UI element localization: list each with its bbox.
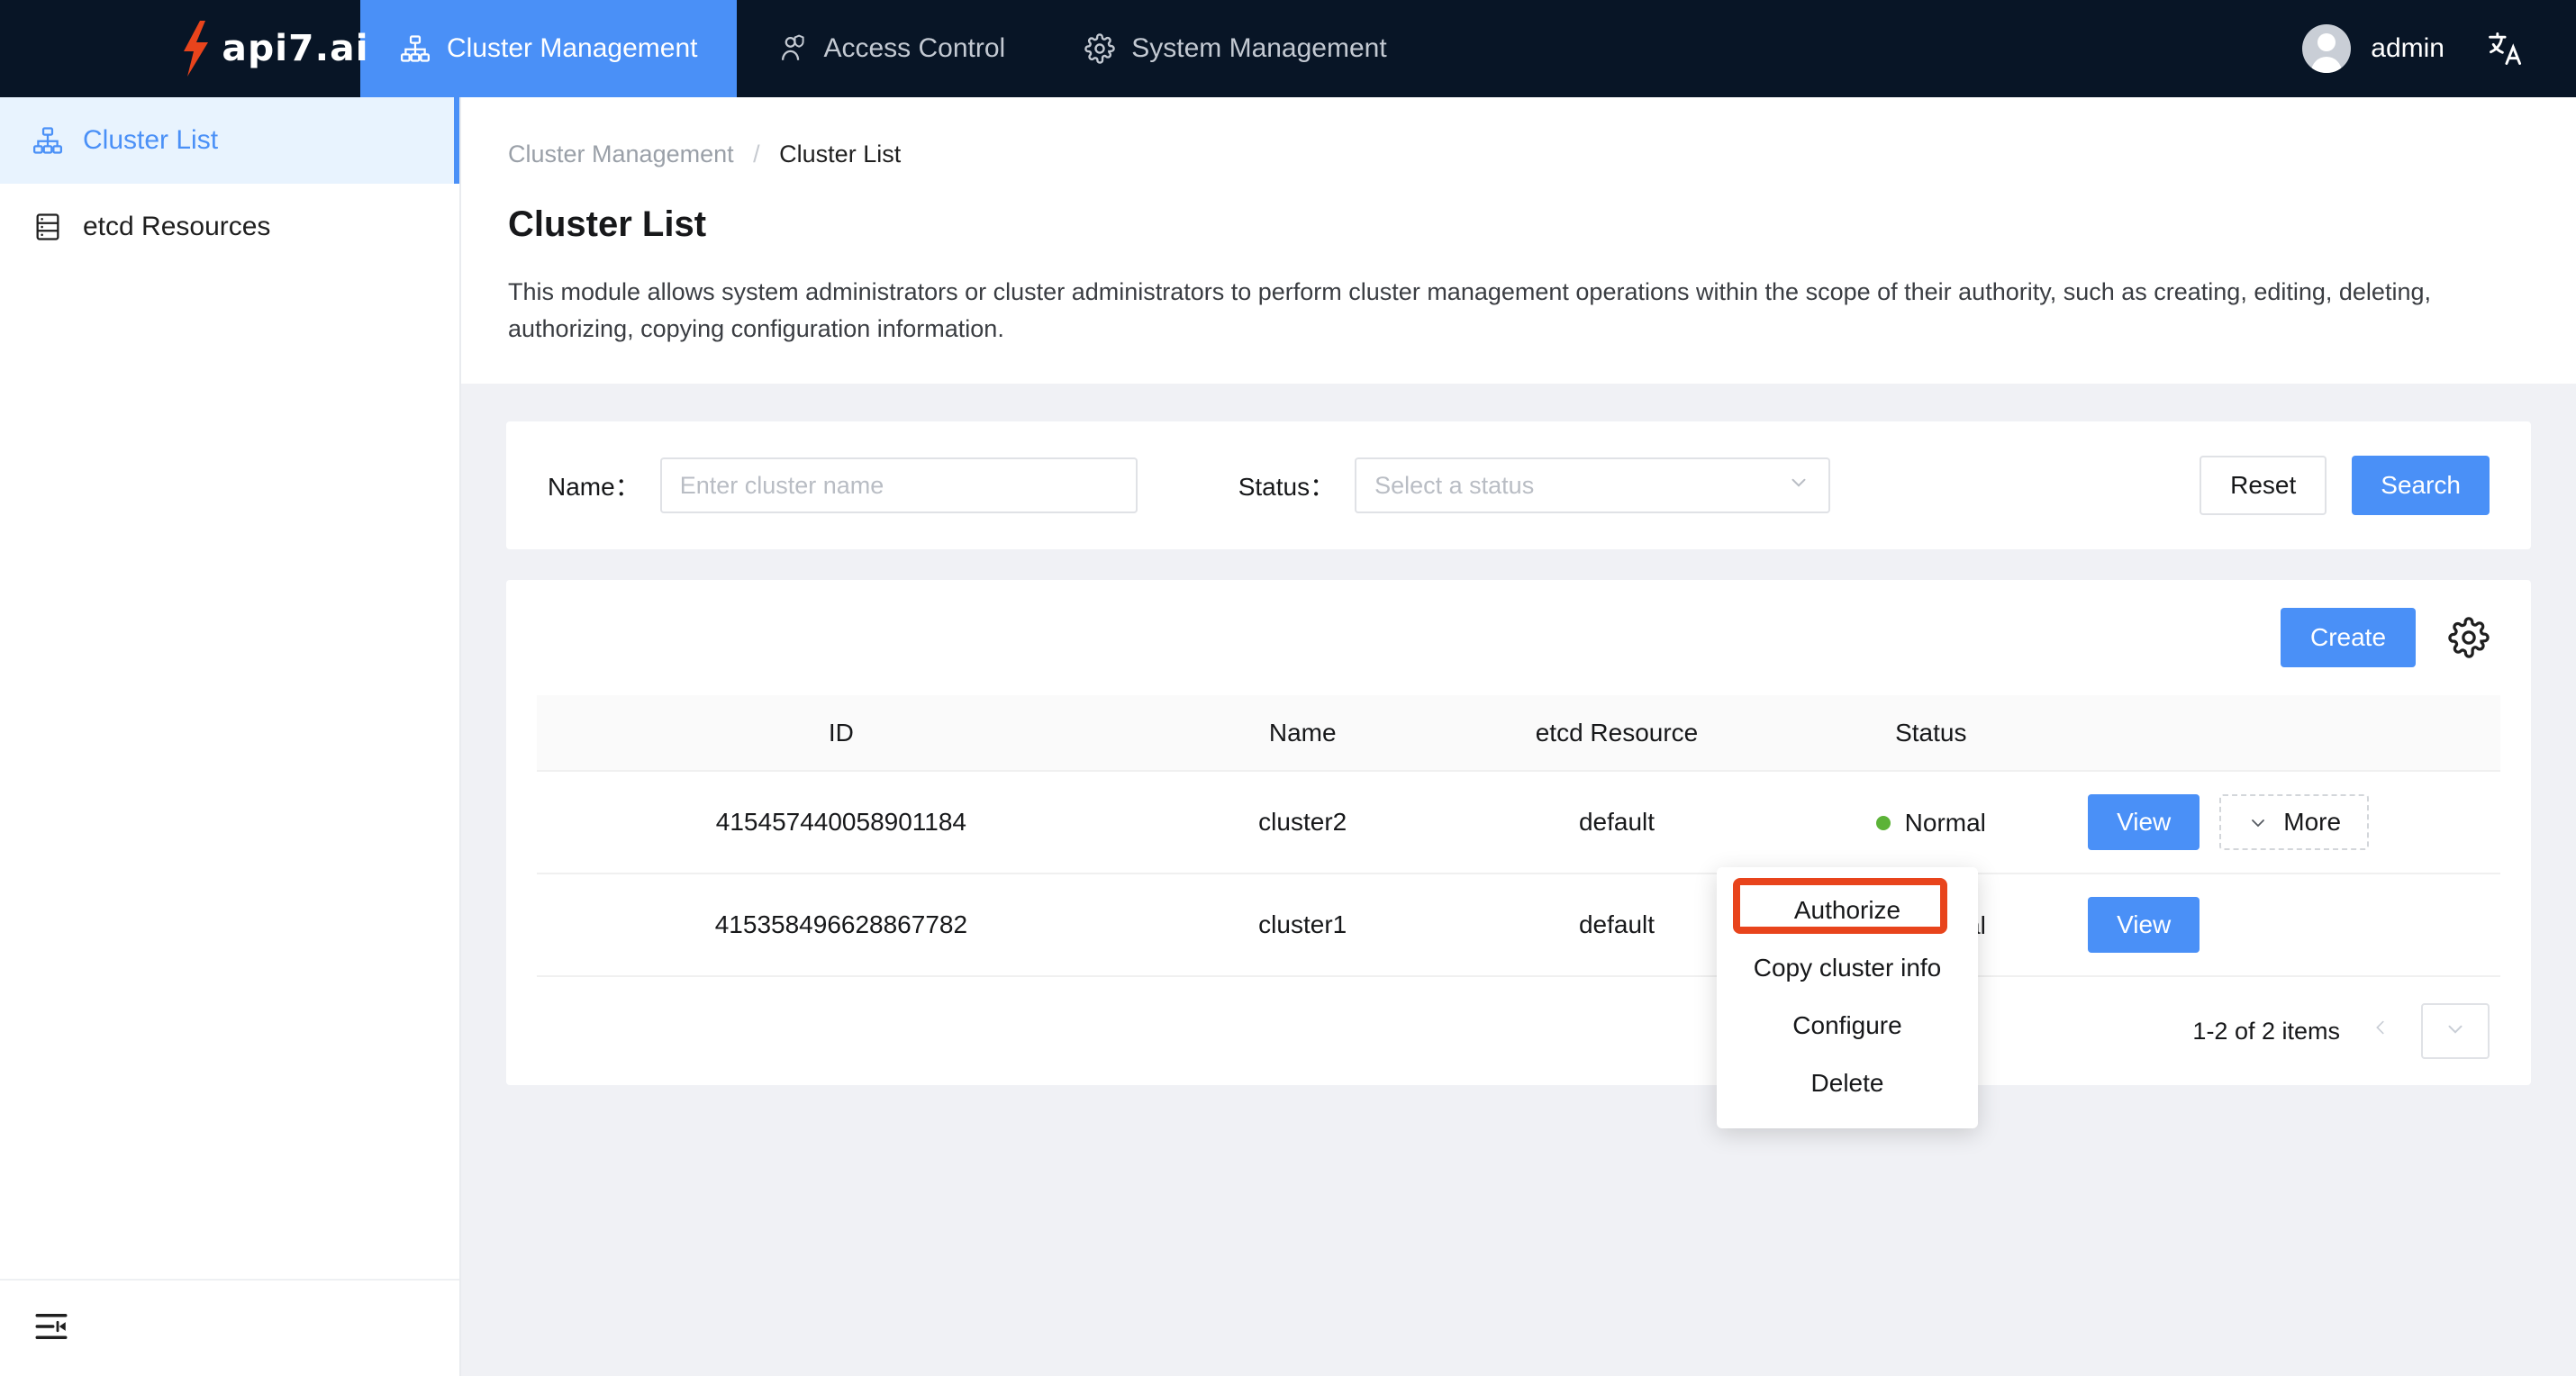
gear-icon <box>1084 33 1115 64</box>
status-dot-icon <box>1875 815 1891 830</box>
table-header-row: ID Name etcd Resource Status <box>537 695 2500 773</box>
view-button[interactable]: View <box>2088 897 2200 954</box>
column-header-name: Name <box>1145 695 1460 773</box>
chevron-down-icon <box>1787 471 1810 501</box>
user-shield-icon <box>776 33 807 64</box>
collapse-sidebar-icon <box>32 1308 70 1350</box>
column-header-status: Status <box>1773 695 2089 773</box>
translate-icon[interactable] <box>2486 29 2526 68</box>
cell-actions: View More <box>2088 874 2500 978</box>
status-badge: Normal <box>1904 808 1986 837</box>
page-header: Cluster Management / Cluster List Cluste… <box>461 97 2576 385</box>
name-label: Name： <box>548 473 640 502</box>
footer: © 2022 API7 Enterprise <box>461 1356 2576 1376</box>
breadcrumb-current: Cluster List <box>779 140 902 167</box>
pagination-total: 1-2 of 2 items <box>2192 1017 2340 1045</box>
collapse-sidebar-button[interactable] <box>0 1279 459 1376</box>
more-actions-dropdown: Authorize Copy cluster info Configure De… <box>1717 867 1978 1128</box>
cell-etcd-resource: default <box>1459 771 1774 875</box>
breadcrumb-parent[interactable]: Cluster Management <box>508 140 734 167</box>
sidebar-item-cluster-list[interactable]: Cluster List <box>0 97 459 184</box>
top-nav-right: admin <box>2302 0 2576 97</box>
dropdown-item-delete[interactable]: Delete <box>1717 1055 1978 1112</box>
top-nav-items: Cluster Management Access Control System… <box>360 0 1427 97</box>
status-placeholder: Select a status <box>1374 471 1535 499</box>
cluster-table-card: Create ID Name etcd Resource Status 4154… <box>506 580 2531 1086</box>
dropdown-item-authorize[interactable]: Authorize <box>1717 882 1978 939</box>
more-button[interactable]: More <box>2219 794 2370 851</box>
user-name: admin <box>2371 33 2444 63</box>
table-row: 415457440058901184 cluster2 default Norm… <box>537 771 2500 875</box>
nav-item-label: Access Control <box>823 33 1006 63</box>
pagination-prev-button[interactable] <box>2363 1014 2398 1048</box>
reset-button[interactable]: Reset <box>2200 456 2327 516</box>
nav-item-label: System Management <box>1131 33 1387 63</box>
chevron-down-icon <box>2247 811 2269 833</box>
chevron-down-icon <box>2444 1018 2467 1046</box>
page-title: Cluster List <box>508 204 707 244</box>
content-area: Name： Enter cluster name Status： Select … <box>461 384 2576 1376</box>
sidebar-item-label: etcd Resources <box>83 212 271 241</box>
table-body: 415457440058901184 cluster2 default Norm… <box>537 771 2500 978</box>
dropdown-item-configure[interactable]: Configure <box>1717 997 1978 1055</box>
filter-card: Name： Enter cluster name Status： Select … <box>506 421 2531 550</box>
server-icon <box>32 212 63 242</box>
cluster-icon <box>32 125 63 156</box>
column-header-id: ID <box>537 695 1146 773</box>
filter-actions: Reset Search <box>2200 456 2490 516</box>
page-description: This module allows system administrators… <box>508 278 2431 343</box>
pagination: 1-2 of 2 items <box>506 977 2531 1085</box>
brand-name: api7.ai <box>222 28 369 69</box>
main-content: Cluster Management / Cluster List Cluste… <box>461 97 2576 1376</box>
cell-actions: View More <box>2088 771 2500 875</box>
view-button[interactable]: View <box>2088 794 2200 851</box>
cell-name: cluster2 <box>1145 771 1460 875</box>
status-select[interactable]: Select a status <box>1355 457 1831 514</box>
breadcrumb: Cluster Management / Cluster List <box>508 122 2529 168</box>
nav-item-cluster-management[interactable]: Cluster Management <box>360 0 738 97</box>
lightning-bolt-icon <box>180 21 211 77</box>
gear-icon[interactable] <box>2448 617 2490 658</box>
search-button[interactable]: Search <box>2352 456 2490 516</box>
top-navigation-bar: api7.ai Cluster Management Access Contro… <box>0 0 2576 97</box>
cluster-name-placeholder: Enter cluster name <box>679 471 884 499</box>
avatar <box>2302 24 2352 73</box>
cluster-table: ID Name etcd Resource Status 41545744005… <box>537 695 2500 978</box>
cell-status: Normal <box>1773 771 2089 875</box>
cluster-icon <box>400 33 431 64</box>
status-label: Status： <box>1238 473 1336 502</box>
user-menu[interactable]: admin <box>2302 24 2444 73</box>
create-button[interactable]: Create <box>2281 608 2416 668</box>
table-toolbar: Create <box>506 580 2531 695</box>
dropdown-item-copy-cluster-info[interactable]: Copy cluster info <box>1717 939 1978 997</box>
more-button-label: More <box>2283 808 2342 837</box>
table-header: ID Name etcd Resource Status <box>537 695 2500 773</box>
column-header-actions <box>2088 695 2500 773</box>
table-row: 415358496628867782 cluster1 default Norm… <box>537 874 2500 978</box>
brand-logo[interactable]: api7.ai <box>0 0 368 97</box>
cluster-name-input[interactable]: Enter cluster name <box>659 457 1138 514</box>
nav-item-system-management[interactable]: System Management <box>1045 0 1426 97</box>
nav-item-access-control[interactable]: Access Control <box>737 0 1045 97</box>
column-header-etcd-resource: etcd Resource <box>1459 695 1774 773</box>
breadcrumb-separator: / <box>753 140 760 167</box>
cell-id: 415457440058901184 <box>537 771 1146 875</box>
sidebar: Cluster List etcd Resources <box>0 97 461 1376</box>
sidebar-item-etcd-resources[interactable]: etcd Resources <box>0 184 459 270</box>
nav-item-label: Cluster Management <box>447 33 698 63</box>
cell-id: 415358496628867782 <box>537 874 1146 978</box>
cell-name: cluster1 <box>1145 874 1460 978</box>
name-field: Name： Enter cluster name <box>548 457 1138 514</box>
page-size-select[interactable] <box>2421 1003 2490 1060</box>
sidebar-item-label: Cluster List <box>83 125 219 155</box>
status-field: Status： Select a status <box>1238 457 1831 514</box>
